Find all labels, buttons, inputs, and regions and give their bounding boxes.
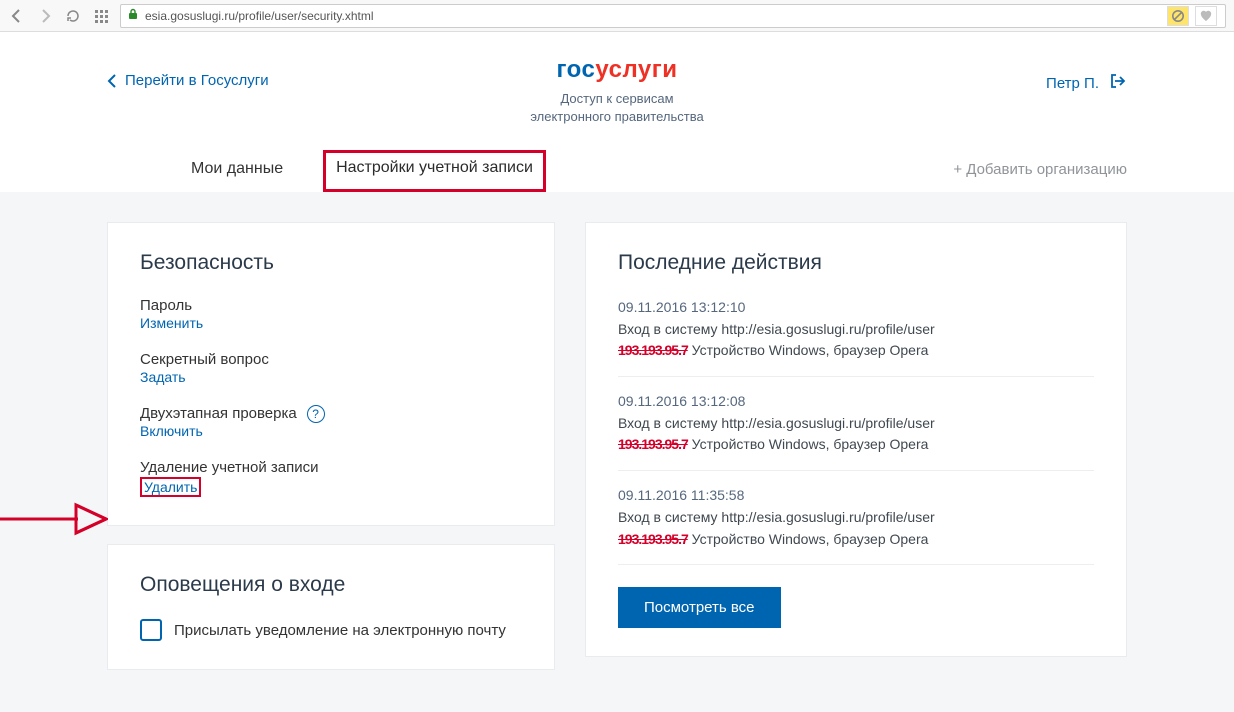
activity-device: Устройство Windows, браузер Opera [688,531,929,547]
activity-timestamp: 09.11.2016 13:12:08 [618,391,1094,413]
logo-part1: гос [557,56,596,83]
lock-icon [127,8,139,23]
redacted-ip: 193.193.95.7 [618,531,688,547]
activity-device: Устройство Windows, браузер Opera [688,342,929,358]
secret-question-label: Секретный вопрос [140,351,522,368]
tabs: Мои данные Настройки учетной записи + До… [107,146,1127,192]
security-card: Безопасность Пароль Изменить Секретный в… [107,222,555,526]
recent-activity-card: Последние действия 09.11.2016 13:12:10 В… [585,222,1127,657]
activity-timestamp: 09.11.2016 13:12:10 [618,297,1094,319]
logo-subtitle-2: электронного правительства [530,109,703,124]
set-secret-link[interactable]: Задать [140,369,186,385]
login-notify-card: Оповещения о входе Присылать уведомление… [107,544,555,670]
nav-back-icon[interactable] [8,7,26,25]
activity-timestamp: 09.11.2016 11:35:58 [618,485,1094,507]
change-password-link[interactable]: Изменить [140,315,203,331]
login-notify-title: Оповещения о входе [140,573,522,597]
activity-item: 09.11.2016 13:12:10 Вход в систему http:… [618,297,1094,377]
password-label: Пароль [140,297,522,314]
heart-icon[interactable] [1195,6,1217,26]
help-icon[interactable]: ? [307,405,325,423]
annotation-arrow-icon [0,499,108,542]
url-bar[interactable]: esia.gosuslugi.ru/profile/user/security.… [120,4,1226,28]
activity-device: Устройство Windows, браузер Opera [688,436,929,452]
tab-my-data[interactable]: Мои данные [191,152,283,192]
tab-account-settings[interactable]: Настройки учетной записи [323,150,546,192]
email-notify-label: Присылать уведомление на электронную поч… [174,622,506,639]
back-to-gosuslugi-link[interactable]: Перейти в Госуслуги [107,72,269,89]
checkbox-icon[interactable] [140,619,162,641]
nav-forward-icon[interactable] [36,7,54,25]
activity-description: Вход в систему http://esia.gosuslugi.ru/… [618,319,1094,341]
redacted-ip: 193.193.95.7 [618,436,688,452]
activity-description: Вход в систему http://esia.gosuslugi.ru/… [618,507,1094,529]
two-step-label: Двухэтапная проверка [140,405,297,422]
logout-icon[interactable] [1109,72,1127,94]
logo-part2: услуги [595,56,677,83]
email-notify-checkbox-row[interactable]: Присылать уведомление на электронную поч… [140,619,522,641]
enable-two-step-link[interactable]: Включить [140,423,203,439]
redacted-ip: 193.193.95.7 [618,342,688,358]
recent-activity-title: Последние действия [618,251,1094,275]
url-text: esia.gosuslugi.ru/profile/user/security.… [145,9,1159,23]
nav-reload-icon[interactable] [64,7,82,25]
activity-description: Вход в систему http://esia.gosuslugi.ru/… [618,413,1094,435]
block-icon[interactable] [1167,6,1189,26]
logo-subtitle-1: Доступ к сервисам [560,91,673,106]
user-name: Петр П. [1046,75,1099,92]
activity-item: 09.11.2016 11:35:58 Вход в систему http:… [618,471,1094,565]
user-menu[interactable]: Петр П. [1046,72,1127,94]
view-all-button[interactable]: Посмотреть все [618,587,781,628]
security-title: Безопасность [140,251,522,275]
browser-toolbar: esia.gosuslugi.ru/profile/user/security.… [0,0,1234,32]
activity-item: 09.11.2016 13:12:08 Вход в систему http:… [618,377,1094,471]
delete-account-label: Удаление учетной записи [140,459,522,476]
add-organization-link[interactable]: + Добавить организацию [953,161,1127,192]
delete-account-link[interactable]: Удалить [144,479,197,495]
nav-apps-icon[interactable] [92,7,110,25]
back-link-label: Перейти в Госуслуги [125,72,269,89]
